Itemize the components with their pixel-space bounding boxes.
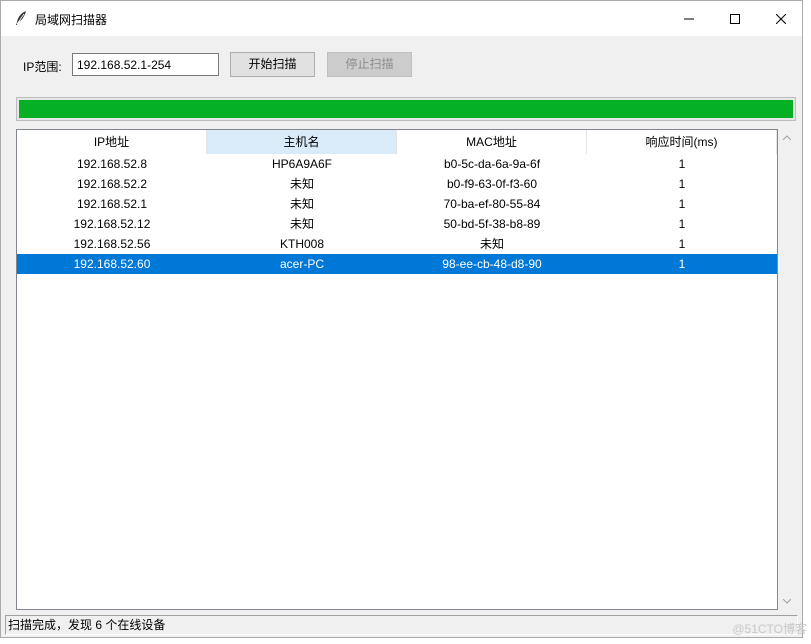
table-row[interactable]: 192.168.52.56 KTH008 未知 1 (17, 234, 777, 254)
column-header[interactable]: IP地址 (17, 130, 207, 154)
scan-progress-bar (16, 97, 796, 121)
table-cell: b0-f9-63-0f-f3-60 (446, 177, 538, 191)
chevron-down-icon (783, 599, 791, 604)
table-cell: acer-PC (279, 257, 324, 271)
table-row[interactable]: 192.168.52.8 HP6A9A6F b0-5c-da-6a-9a-6f 1 (17, 154, 777, 174)
close-icon (776, 13, 786, 24)
progress-track (19, 100, 793, 118)
table-cell: 192.168.52.8 (76, 157, 148, 171)
title-bar[interactable]: 局域网扫描器 (1, 1, 802, 36)
maximize-button[interactable] (712, 1, 758, 36)
close-button[interactable] (758, 1, 804, 36)
column-header[interactable]: 主机名 (207, 130, 397, 154)
scroll-down-button[interactable] (778, 593, 796, 610)
status-text: 扫描完成，发现 6 个在线设备 (8, 618, 166, 632)
table-cell: 1 (678, 217, 686, 231)
table-cell: 192.168.52.60 (73, 257, 151, 271)
table-cell: 1 (678, 257, 686, 271)
table-cell: b0-5c-da-6a-9a-6f (443, 157, 541, 171)
results-table[interactable]: IP地址 主机名 MAC地址 响应时间(ms) 192.168.52.8 HP6A9A6… (16, 129, 778, 610)
table-cell: 未知 (289, 217, 314, 231)
progress-fill (19, 100, 793, 118)
ip-range-label: IP范围: (23, 60, 62, 74)
minimize-button[interactable] (666, 1, 712, 36)
table-row[interactable]: 192.168.52.1 未知 70-ba-ef-80-55-84 1 (17, 194, 777, 214)
table-row[interactable]: 192.168.52.2 未知 b0-f9-63-0f-f3-60 1 (17, 174, 777, 194)
table-cell: 1 (678, 197, 686, 211)
table-cell: 192.168.52.2 (76, 177, 148, 191)
table-cell: KTH008 (279, 237, 325, 251)
table-cell: 192.168.52.56 (73, 237, 151, 251)
window-title: 局域网扫描器 (35, 13, 108, 27)
table-cell: 未知 (289, 197, 314, 211)
table-cell: 1 (678, 237, 686, 251)
status-bar: 扫描完成，发现 6 个在线设备 (5, 615, 798, 635)
stop-scan-button[interactable]: 停止扫描 (327, 52, 412, 77)
table-cell: 未知 (289, 177, 314, 191)
maximize-icon (730, 13, 740, 24)
table-cell: 1 (678, 177, 686, 191)
feather-icon (16, 11, 26, 25)
table-header: IP地址 主机名 MAC地址 响应时间(ms) (17, 130, 777, 154)
table-cell: 192.168.52.1 (76, 197, 148, 211)
column-header[interactable]: MAC地址 (397, 130, 587, 154)
table-cell: HP6A9A6F (271, 157, 333, 171)
table-row[interactable]: 192.168.52.12 未知 50-bd-5f-38-b8-89 1 (17, 214, 777, 234)
table-cell: 50-bd-5f-38-b8-89 (443, 217, 541, 231)
table-row[interactable]: 192.168.52.60 acer-PC 98-ee-cb-48-d8-90 1 (17, 254, 777, 274)
start-scan-button[interactable]: 开始扫描 (230, 52, 315, 77)
table-cell: 未知 (479, 237, 504, 251)
table-cell: 70-ba-ef-80-55-84 (443, 197, 541, 211)
column-header[interactable]: 响应时间(ms) (587, 130, 777, 154)
scanner-window: 局域网扫描器 IP范围: 开始扫描 停止扫描 IP地址主机名MAC地址响应时间(… (0, 0, 803, 638)
table-cell: 192.168.52.12 (73, 217, 151, 231)
table-cell: 98-ee-cb-48-d8-90 (442, 257, 542, 271)
ip-range-input[interactable] (72, 53, 219, 76)
minimize-icon (684, 18, 694, 19)
chevron-up-icon (783, 135, 791, 140)
vertical-scrollbar[interactable] (778, 129, 796, 610)
table-body: 192.168.52.8 HP6A9A6F b0-5c-da-6a-9a-6f 1 19… (17, 154, 777, 274)
table-cell: 1 (678, 157, 686, 171)
scroll-up-button[interactable] (778, 129, 796, 146)
watermark: @51CTO博客 (732, 622, 807, 636)
